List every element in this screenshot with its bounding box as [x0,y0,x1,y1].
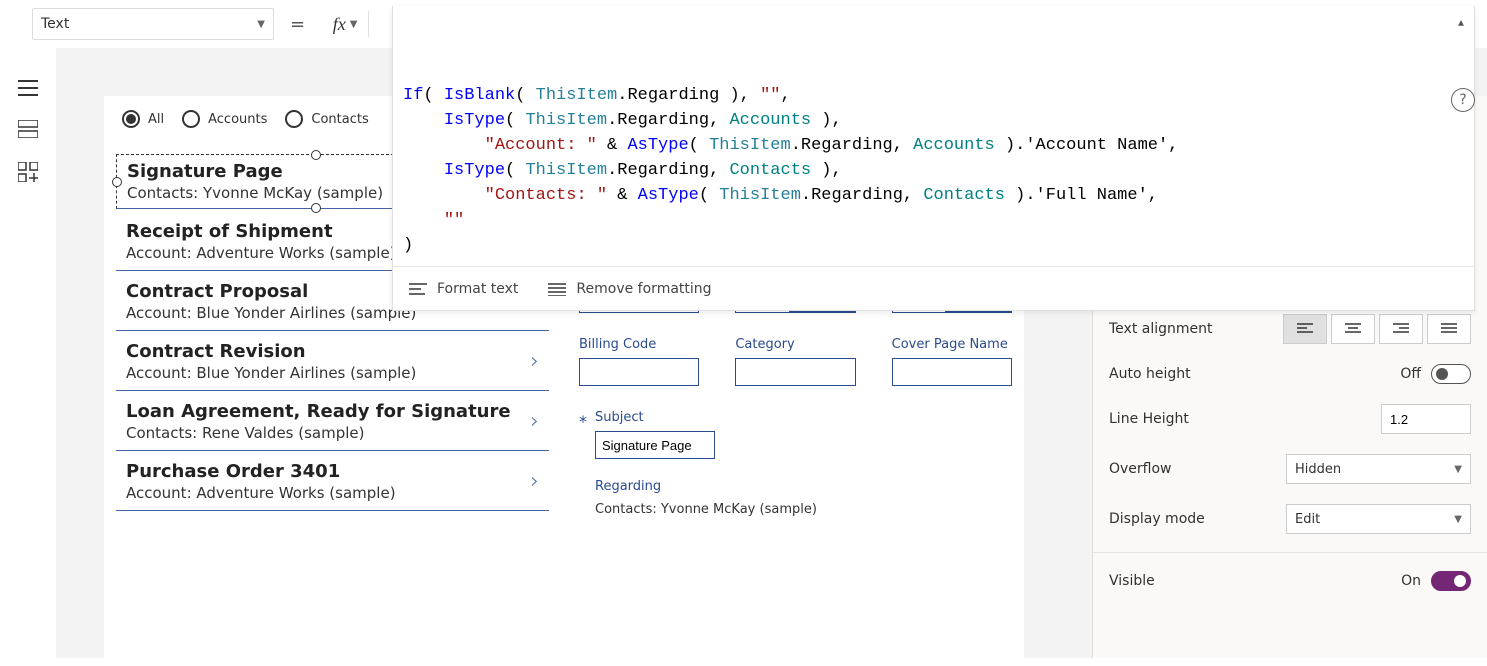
radio-icon [122,110,140,128]
category-input[interactable] [735,358,855,386]
subject-input[interactable] [595,431,715,459]
lineheight-label: Line Height [1109,411,1189,427]
required-star: * [579,412,587,431]
chevron-right-icon[interactable]: › [530,349,549,374]
align-justify-button[interactable] [1427,314,1471,344]
radio-all[interactable]: All [122,110,164,128]
radio-contacts[interactable]: Contacts [285,110,368,128]
regarding-label: Regarding [595,479,1012,494]
chevron-down-icon: ▼ [350,19,358,30]
property-dropdown[interactable]: Text ▼ [32,8,274,40]
billing-code-label: Billing Code [579,337,699,352]
gallery-item[interactable]: Loan Agreement, Ready for Signature Conta… [116,391,549,451]
equals-sign: = [286,14,309,35]
displaymode-label: Display mode [1109,511,1205,527]
cover-page-input[interactable] [892,358,1012,386]
gallery-item[interactable]: Contract Revision Account: Blue Yonder Ai… [116,331,549,391]
chevron-right-icon[interactable]: › [530,409,549,434]
tree-view-icon[interactable] [18,120,38,138]
gallery-item-title: Contract Revision [126,341,416,362]
overflow-label: Overflow [1109,461,1172,477]
gallery-item-subtitle: Contacts: Yvonne McKay (sample) [127,184,383,202]
property-dropdown-value: Text [41,16,69,32]
gallery-item-subtitle: Account: Blue Yonder Airlines (sample) [126,364,416,382]
help-icon[interactable]: ? [1451,88,1475,112]
gallery-item[interactable]: Purchase Order 3401 Account: Adventure Wo… [116,451,549,511]
gallery-item-subtitle: Contacts: Rene Valdes (sample) [126,424,511,442]
visible-label: Visible [1109,573,1155,589]
gallery-item-title: Contract Proposal [126,281,416,302]
lineheight-input[interactable] [1381,404,1471,434]
align-left-button[interactable] [1283,314,1327,344]
left-nav [0,48,56,658]
format-text-button[interactable]: Format text [409,281,518,297]
formula-resize-chevron[interactable]: ▲ [1458,12,1464,37]
align-right-button[interactable] [1379,314,1423,344]
formula-text[interactable]: If( IsBlank( ThisItem.Regarding ), "", I… [393,6,1474,266]
regarding-value: Contacts: Yvonne McKay (sample) [595,502,1012,517]
visible-toggle[interactable] [1431,571,1471,591]
gallery-item-subtitle: Account: Blue Yonder Airlines (sample) [126,304,416,322]
category-label: Category [735,337,855,352]
gallery-item-title: Purchase Order 3401 [126,461,396,482]
radio-icon [182,110,200,128]
formula-toolbar: Format text Remove formatting [393,266,1474,310]
radio-accounts[interactable]: Accounts [182,110,267,128]
displaymode-dropdown[interactable]: Edit ▼ [1286,504,1471,534]
chevron-down-icon: ▼ [257,19,265,30]
format-icon [409,282,427,296]
formula-bar[interactable]: If( IsBlank( ThisItem.Regarding ), "", I… [392,6,1475,311]
gallery-item-title: Receipt of Shipment [126,221,396,242]
overflow-dropdown[interactable]: Hidden ▼ [1286,454,1471,484]
gallery-item-title: Signature Page [127,161,383,182]
remove-formatting-button[interactable]: Remove formatting [548,281,711,297]
autoheight-label: Auto height [1109,366,1191,382]
chevron-down-icon: ▼ [1454,514,1462,525]
radio-icon [285,110,303,128]
justify-icon [548,282,566,296]
textalign-label: Text alignment [1109,321,1213,337]
fx-button[interactable]: fx ▼ [321,5,369,43]
cover-page-label: Cover Page Name [892,337,1012,352]
gallery-item-subtitle: Account: Adventure Works (sample) [126,484,396,502]
gallery-item-title: Loan Agreement, Ready for Signature [126,401,511,422]
subject-label: Subject [595,410,735,425]
autoheight-toggle[interactable] [1431,364,1471,384]
gallery-item-subtitle: Account: Adventure Works (sample) [126,244,396,262]
align-center-button[interactable] [1331,314,1375,344]
hamburger-icon[interactable] [18,80,38,96]
chevron-right-icon[interactable]: › [530,469,549,494]
chevron-down-icon: ▼ [1454,464,1462,475]
billing-code-input[interactable] [579,358,699,386]
insert-icon[interactable] [18,162,38,182]
fx-label: fx [333,14,346,35]
